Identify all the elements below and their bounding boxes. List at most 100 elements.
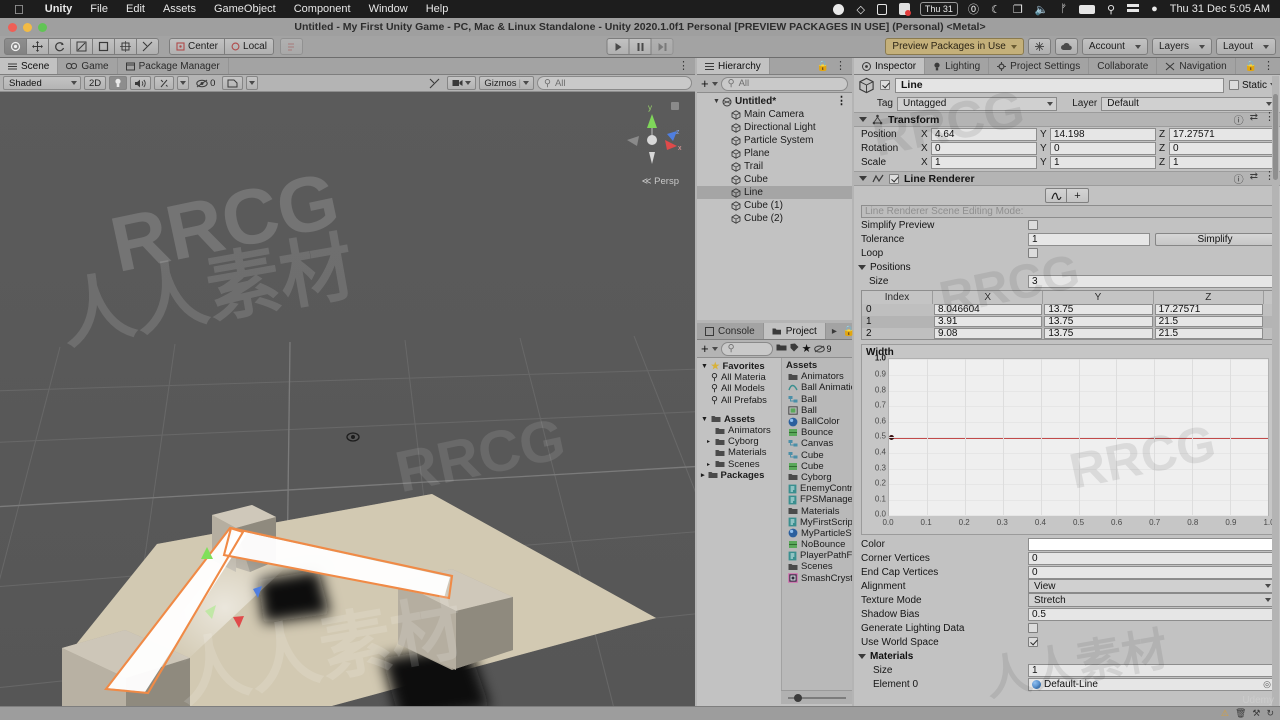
project-asset-item[interactable]: Ball bbox=[782, 405, 852, 416]
project-asset-item[interactable]: PlayerPathFind bbox=[782, 550, 852, 561]
project-asset-item[interactable]: SmashCrystal- bbox=[782, 573, 852, 584]
hierarchy-item-main-camera[interactable]: Main Camera bbox=[697, 108, 852, 121]
hierarchy-item-cube-2[interactable]: Cube (2) bbox=[697, 212, 852, 225]
chevron-down-icon[interactable] bbox=[858, 653, 866, 659]
menu-unity[interactable]: Unity bbox=[36, 3, 82, 15]
width-curve[interactable]: Width 1.0 0.9 0.8 0.7 0.6 0.5 0.4 0.3 0.2 0.1 0.0 … bbox=[861, 344, 1275, 536]
circle-icon[interactable] bbox=[827, 3, 850, 15]
tab-navigation[interactable]: Navigation bbox=[1157, 58, 1236, 74]
project-asset-item[interactable]: Ball Animation bbox=[782, 382, 852, 393]
hand-tool[interactable] bbox=[4, 38, 27, 55]
menu-window[interactable]: Window bbox=[360, 3, 417, 15]
project-zoom-slider[interactable] bbox=[781, 690, 852, 704]
audio-toggle[interactable] bbox=[130, 76, 152, 90]
texture-mode-dropdown[interactable]: Stretch bbox=[1028, 593, 1275, 608]
hidden-packages-count[interactable]: 9 bbox=[814, 344, 831, 354]
project-content-list[interactable]: Assets AnimatorsBall AnimationBallBallBa… bbox=[781, 358, 852, 702]
project-asset-item[interactable]: FPSManager bbox=[782, 494, 852, 505]
project-folder-animators[interactable]: Animators bbox=[697, 425, 781, 436]
tab-console[interactable]: Console bbox=[697, 323, 764, 339]
create-asset-button[interactable]: + bbox=[701, 342, 709, 355]
tab-collaborate[interactable]: Collaborate bbox=[1089, 58, 1158, 74]
scene-viewport[interactable]: y z x ≪ Persp RRCG 人人素材 人人素材 RRCG bbox=[0, 92, 695, 720]
project-asset-item[interactable]: Canvas bbox=[782, 438, 852, 449]
inspector-scrollbar[interactable] bbox=[1272, 76, 1279, 706]
menu-edit[interactable]: Edit bbox=[117, 3, 154, 15]
hierarchy-item-trail[interactable]: Trail bbox=[697, 160, 852, 173]
position-y-field[interactable]: 13.75 bbox=[1044, 327, 1153, 339]
gizmos-dropdown[interactable]: Gizmos | bbox=[479, 76, 534, 90]
scene-search-input[interactable]: ⚲ All bbox=[537, 76, 692, 90]
pause-button[interactable] bbox=[628, 38, 652, 55]
account-dropdown[interactable]: Account bbox=[1081, 38, 1148, 55]
fx-dropdown[interactable] bbox=[177, 76, 190, 90]
position-x-field[interactable]: 9.08 bbox=[934, 327, 1043, 339]
project-asset-item[interactable]: Cube bbox=[782, 461, 852, 472]
generate-lighting-checkbox[interactable] bbox=[1028, 623, 1038, 634]
transform-position-x-field[interactable]: 4.64 bbox=[931, 127, 1037, 141]
lighting-toggle[interactable] bbox=[109, 76, 128, 90]
tab-project[interactable]: Project bbox=[763, 323, 826, 339]
hierarchy-item-plane[interactable]: Plane bbox=[697, 147, 852, 160]
chevron-down-icon[interactable] bbox=[859, 117, 867, 122]
pivot-toggle[interactable]: Center bbox=[169, 38, 226, 55]
project-asset-item[interactable]: BallColor bbox=[782, 416, 852, 427]
chevron-down-icon[interactable] bbox=[858, 264, 866, 270]
project-asset-item[interactable]: MyParticleSYs bbox=[782, 528, 852, 539]
line-renderer-component-header[interactable]: Line Renderer ⓘ ⇄ ⋮ bbox=[854, 171, 1280, 186]
favorites-star-icon[interactable]: ★ bbox=[802, 342, 812, 355]
tag-dropdown[interactable]: Untagged bbox=[897, 96, 1058, 111]
positions-table-row[interactable]: 0 8.046604 13.75 17.27571 bbox=[862, 304, 1274, 316]
corner-vertices-field[interactable]: 0 bbox=[1028, 551, 1275, 565]
project-asset-item[interactable]: Cube bbox=[782, 450, 852, 461]
play-button[interactable] bbox=[606, 38, 630, 55]
lock-icon[interactable]: 🔒 bbox=[1245, 61, 1257, 72]
rect-tool[interactable] bbox=[92, 38, 115, 55]
tolerance-field[interactable]: 1 bbox=[1028, 232, 1150, 246]
preset-icon[interactable]: ⇄ bbox=[1250, 112, 1258, 127]
volume-icon[interactable]: 🔈 bbox=[1029, 3, 1055, 16]
transform-rotation-x-field[interactable]: 0 bbox=[931, 141, 1037, 155]
transform-scale-z-field[interactable]: 1 bbox=[1169, 155, 1275, 169]
scene-kebab-icon[interactable]: ⋮ bbox=[836, 96, 847, 107]
chevron-down-icon[interactable]: ▼ bbox=[713, 98, 722, 105]
help-icon[interactable]: ⓘ bbox=[1234, 171, 1244, 186]
element0-field[interactable]: Default-Line ◎ bbox=[1028, 677, 1275, 691]
transform-component-header[interactable]: Transform ⓘ ⇄ ⋮ bbox=[854, 112, 1280, 127]
use-world-space-checkbox[interactable] bbox=[1028, 637, 1038, 648]
materials-size-field[interactable]: 1 bbox=[1028, 663, 1275, 677]
hierarchy-menu-icon[interactable]: ⋮ bbox=[835, 60, 846, 72]
tools-icon[interactable]: ⚒ bbox=[1252, 708, 1260, 719]
project-asset-item[interactable]: Bounce bbox=[782, 427, 852, 438]
filter-type-icon[interactable] bbox=[776, 343, 787, 355]
project-asset-item[interactable]: Materials bbox=[782, 505, 852, 517]
object-active-checkbox[interactable] bbox=[880, 80, 890, 90]
battery-icon[interactable] bbox=[1073, 4, 1101, 14]
add-point-button[interactable]: + bbox=[1067, 188, 1089, 203]
apple-logo-icon[interactable]:  bbox=[0, 3, 36, 16]
camera-settings-button[interactable] bbox=[447, 76, 477, 90]
simplify-button[interactable]: Simplify bbox=[1155, 232, 1275, 246]
hierarchy-item-line[interactable]: Line bbox=[697, 186, 852, 199]
tab-lighting[interactable]: Lighting bbox=[925, 58, 990, 74]
position-x-field[interactable]: 3.91 bbox=[934, 315, 1043, 327]
transform-scale-x-field[interactable]: 1 bbox=[931, 155, 1037, 169]
trash-icon[interactable]: 🗑 bbox=[1235, 708, 1246, 719]
scene-tools-icon[interactable] bbox=[425, 76, 444, 90]
transform-scale-y-field[interactable]: 1 bbox=[1050, 155, 1156, 169]
project-asset-item[interactable]: Ball bbox=[782, 394, 852, 405]
project-assets-root[interactable]: ▼ Assets bbox=[697, 414, 781, 425]
record-icon[interactable] bbox=[893, 3, 916, 16]
positions-foldout-row[interactable]: Positions bbox=[854, 260, 1280, 274]
filter-label-icon[interactable] bbox=[790, 343, 799, 355]
scene-visibility-toggle[interactable] bbox=[222, 76, 244, 90]
project-folder-cyborg[interactable]: ▸ Cyborg bbox=[697, 436, 781, 447]
warning-icon[interactable]: ⚠ bbox=[1221, 708, 1229, 719]
edit-points-button[interactable] bbox=[1045, 188, 1067, 203]
position-y-field[interactable]: 13.75 bbox=[1044, 315, 1153, 327]
menu-gameobject[interactable]: GameObject bbox=[205, 3, 285, 15]
wrench-icon[interactable] bbox=[136, 38, 159, 55]
layer-dropdown[interactable]: Default bbox=[1101, 96, 1276, 111]
static-checkbox[interactable] bbox=[1228, 80, 1239, 90]
simplify-preview-checkbox[interactable] bbox=[1028, 220, 1038, 230]
